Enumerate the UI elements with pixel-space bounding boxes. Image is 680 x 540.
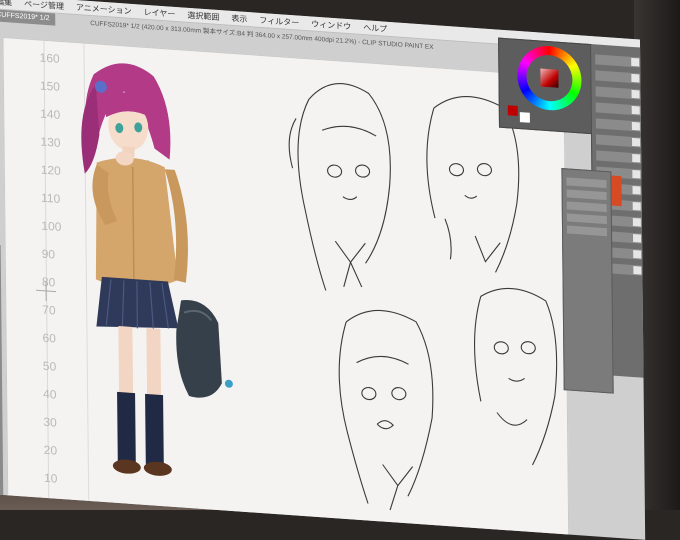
layer-thumbnail <box>632 153 641 163</box>
layer-thumbnail <box>632 169 641 179</box>
subtool-row[interactable] <box>566 213 607 225</box>
layer-thumbnail <box>632 137 641 147</box>
color-wheel-panel[interactable] <box>498 37 593 135</box>
subtool-row[interactable] <box>566 177 607 189</box>
app-screen: 編集 ページ管理 アニメーション レイヤー 選択範囲 表示 フィルター ウィンド… <box>0 0 646 540</box>
sketch-head-1 <box>288 83 391 291</box>
layer-row[interactable] <box>595 102 642 116</box>
layer-thumbnail <box>632 217 641 227</box>
layer-thumbnail <box>633 266 642 275</box>
layer-row[interactable] <box>595 86 642 100</box>
layer-thumbnail <box>631 105 640 115</box>
layer-row[interactable] <box>595 134 643 148</box>
sub-tool-panel[interactable] <box>561 167 614 394</box>
menu-item-window[interactable]: ウィンドウ <box>311 18 351 32</box>
layer-thumbnail <box>632 201 641 211</box>
menu-item-view[interactable]: 表示 <box>231 12 247 24</box>
left-tool-panel[interactable] <box>0 244 4 505</box>
layer-thumbnail <box>633 234 642 243</box>
menu-item-selection[interactable]: 選択範囲 <box>187 9 219 22</box>
saturation-square[interactable] <box>540 68 559 88</box>
primary-color-swatch[interactable] <box>507 105 518 116</box>
layer-row[interactable] <box>595 118 642 132</box>
menu-item-help[interactable]: ヘルプ <box>363 22 387 35</box>
layer-row[interactable] <box>595 70 642 84</box>
menu-item-animation[interactable]: アニメーション <box>76 2 132 17</box>
sketch-head-3 <box>338 310 434 511</box>
menu-item-edit[interactable]: 編集 <box>0 0 12 8</box>
layer-thumbnail <box>633 250 642 259</box>
color-wheel-icon[interactable] <box>517 43 582 113</box>
layer-row[interactable] <box>596 150 643 164</box>
layer-thumbnail <box>632 185 641 195</box>
layer-thumbnail <box>631 121 640 131</box>
layer-row[interactable] <box>595 54 642 68</box>
layer-thumbnail <box>631 89 640 99</box>
sketch-head-4 <box>474 287 558 466</box>
sketch-sheet <box>288 83 558 511</box>
subtool-row[interactable] <box>566 189 607 201</box>
color-wheel-center <box>526 53 573 103</box>
menu-item-filter[interactable]: フィルター <box>259 14 299 28</box>
layer-thumbnail <box>631 73 640 83</box>
menu-item-page[interactable]: ページ管理 <box>24 0 64 12</box>
subtool-row[interactable] <box>566 225 608 237</box>
secondary-color-swatch[interactable] <box>519 112 530 123</box>
subtool-row[interactable] <box>566 201 607 213</box>
panel-tab-accent[interactable] <box>611 175 622 207</box>
canvas-area[interactable]: 160 150 140 130 120 110 100 90 80 70 60 … <box>2 36 570 540</box>
layer-thumbnail <box>631 57 640 67</box>
menu-item-layer[interactable]: レイヤー <box>144 6 176 19</box>
